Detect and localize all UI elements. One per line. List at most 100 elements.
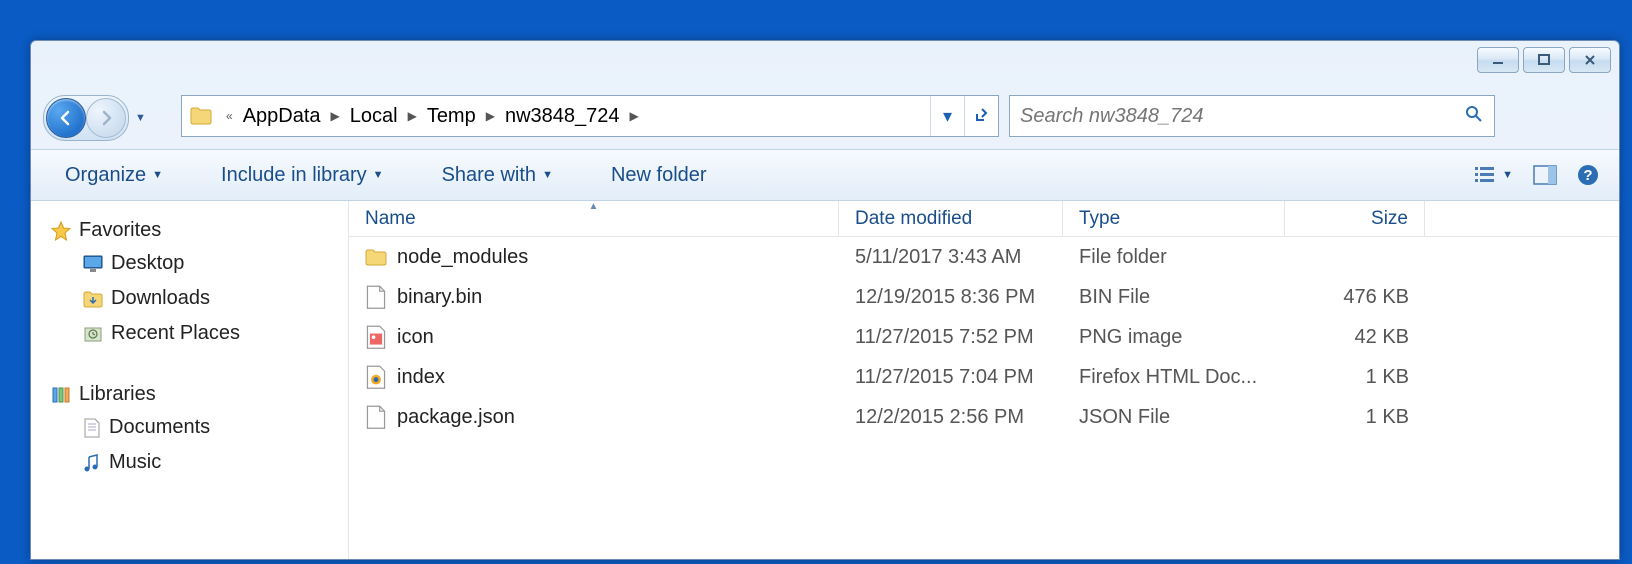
- file-type: PNG image: [1063, 326, 1285, 349]
- include-in-library-menu[interactable]: Include in library ▼: [207, 158, 398, 193]
- file-type: File folder: [1063, 246, 1285, 269]
- chevron-down-icon: ▼: [542, 169, 553, 181]
- file-name: binary.bin: [397, 286, 482, 309]
- music-icon: [83, 453, 101, 473]
- chevron-down-icon: ▼: [1502, 169, 1513, 181]
- sidebar-group-label: Libraries: [79, 383, 156, 406]
- desktop-icon: [83, 255, 103, 273]
- new-folder-button[interactable]: New folder: [597, 158, 721, 193]
- preview-pane-icon: [1533, 165, 1557, 185]
- maximize-button[interactable]: [1523, 47, 1565, 73]
- sidebar-item-label: Music: [109, 451, 161, 474]
- sidebar-group-label: Favorites: [79, 219, 161, 242]
- search-input[interactable]: [1020, 105, 1464, 128]
- toolbar-label: Share with: [442, 164, 537, 187]
- view-options-button[interactable]: ▼: [1474, 165, 1513, 185]
- nav-history-dropdown[interactable]: ▼: [135, 112, 146, 124]
- column-header-type[interactable]: Type: [1063, 201, 1285, 236]
- file-icon: [365, 286, 387, 308]
- explorer-window: ▼ « AppData ▶ Local ▶ Temp ▶ nw3848_724 …: [30, 40, 1620, 560]
- breadcrumb-chevron-icon[interactable]: ▶: [323, 96, 348, 136]
- column-header-size[interactable]: Size: [1285, 201, 1425, 236]
- search-box[interactable]: [1009, 95, 1495, 137]
- breadcrumb-chevron-icon[interactable]: ▶: [400, 96, 425, 136]
- file-size: 1 KB: [1285, 366, 1425, 389]
- column-headers: ▲ Name Date modified Type Size: [349, 201, 1619, 237]
- close-button[interactable]: [1569, 47, 1611, 73]
- column-header-name[interactable]: ▲ Name: [349, 201, 839, 236]
- column-label: Name: [365, 208, 416, 230]
- sort-ascending-icon: ▲: [589, 201, 599, 212]
- file-name: index: [397, 366, 445, 389]
- file-date: 5/11/2017 3:43 AM: [839, 246, 1063, 269]
- address-bar[interactable]: « AppData ▶ Local ▶ Temp ▶ nw3848_724 ▶ …: [181, 95, 999, 137]
- help-button[interactable]: ?: [1577, 164, 1599, 186]
- breadcrumb-chevron-icon[interactable]: ▶: [622, 96, 647, 136]
- toolbar-label: Organize: [65, 164, 146, 187]
- breadcrumb-overflow[interactable]: «: [218, 96, 241, 136]
- address-history-dropdown[interactable]: ▾: [930, 96, 964, 136]
- share-with-menu[interactable]: Share with ▼: [428, 158, 567, 193]
- sidebar-item-label: Downloads: [111, 287, 210, 310]
- file-type: BIN File: [1063, 286, 1285, 309]
- column-label: Date modified: [855, 208, 972, 230]
- list-view-icon: [1474, 165, 1498, 185]
- file-row[interactable]: package.json 12/2/2015 2:56 PMJSON File1 …: [349, 397, 1619, 437]
- search-icon[interactable]: [1464, 104, 1484, 129]
- star-icon: [51, 221, 71, 241]
- sidebar-item-desktop[interactable]: Desktop: [51, 246, 348, 281]
- toolbar: Organize ▼ Include in library ▼ Share wi…: [31, 149, 1619, 201]
- html-icon: [365, 366, 387, 388]
- breadcrumb-item[interactable]: nw3848_724: [503, 96, 622, 136]
- file-rows: node_modules5/11/2017 3:43 AMFile folder…: [349, 237, 1619, 437]
- file-row[interactable]: index11/27/2015 7:04 PMFirefox HTML Doc.…: [349, 357, 1619, 397]
- file-size: 476 KB: [1285, 286, 1425, 309]
- file-type: Firefox HTML Doc...: [1063, 366, 1285, 389]
- toolbar-label: New folder: [611, 164, 707, 187]
- breadcrumb-item[interactable]: Temp: [425, 96, 478, 136]
- column-label: Type: [1079, 208, 1120, 230]
- svg-text:?: ?: [1583, 167, 1592, 184]
- file-row[interactable]: icon 11/27/2015 7:52 PMPNG image42 KB: [349, 317, 1619, 357]
- file-date: 12/19/2015 8:36 PM: [839, 286, 1063, 309]
- help-icon: ?: [1577, 164, 1599, 186]
- breadcrumb-item[interactable]: AppData: [241, 96, 323, 136]
- sidebar-item-label: Documents: [109, 416, 210, 439]
- back-button[interactable]: [46, 98, 86, 138]
- refresh-button[interactable]: [964, 96, 998, 136]
- sidebar-libraries-header[interactable]: Libraries: [51, 379, 348, 410]
- sidebar-item-documents[interactable]: Documents: [51, 410, 348, 445]
- file-name: icon: [397, 326, 434, 349]
- file-name: package.json: [397, 406, 515, 429]
- nav-buttons: [43, 95, 129, 141]
- sidebar-item-music[interactable]: Music: [51, 445, 348, 480]
- preview-pane-button[interactable]: [1533, 165, 1557, 185]
- file-date: 11/27/2015 7:52 PM: [839, 326, 1063, 349]
- toolbar-label: Include in library: [221, 164, 367, 187]
- file-size: 42 KB: [1285, 326, 1425, 349]
- navigation-pane: Favorites Desktop Downloads Recent Place…: [31, 201, 349, 559]
- file-list-pane: ▲ Name Date modified Type Size node_modu…: [349, 201, 1619, 559]
- forward-button[interactable]: [86, 98, 126, 138]
- folder-icon: [365, 246, 387, 268]
- sidebar-item-downloads[interactable]: Downloads: [51, 281, 348, 316]
- sidebar-favorites-header[interactable]: Favorites: [51, 215, 348, 246]
- recent-places-icon: [83, 325, 103, 343]
- folder-icon: [190, 107, 212, 125]
- sidebar-item-recent-places[interactable]: Recent Places: [51, 316, 348, 351]
- chevron-down-icon: ▼: [152, 169, 163, 181]
- content-area: Favorites Desktop Downloads Recent Place…: [31, 201, 1619, 559]
- column-header-date[interactable]: Date modified: [839, 201, 1063, 236]
- organize-menu[interactable]: Organize ▼: [51, 158, 177, 193]
- file-row[interactable]: node_modules5/11/2017 3:43 AMFile folder: [349, 237, 1619, 277]
- file-type: JSON File: [1063, 406, 1285, 429]
- minimize-button[interactable]: [1477, 47, 1519, 73]
- breadcrumb-chevron-icon[interactable]: ▶: [478, 96, 503, 136]
- column-label: Size: [1371, 208, 1408, 230]
- file-row[interactable]: binary.bin 12/19/2015 8:36 PMBIN File476 …: [349, 277, 1619, 317]
- file-size: 1 KB: [1285, 406, 1425, 429]
- breadcrumb-item[interactable]: Local: [348, 96, 400, 136]
- documents-icon: [83, 418, 101, 438]
- sidebar-item-label: Desktop: [111, 252, 184, 275]
- file-date: 12/2/2015 2:56 PM: [839, 406, 1063, 429]
